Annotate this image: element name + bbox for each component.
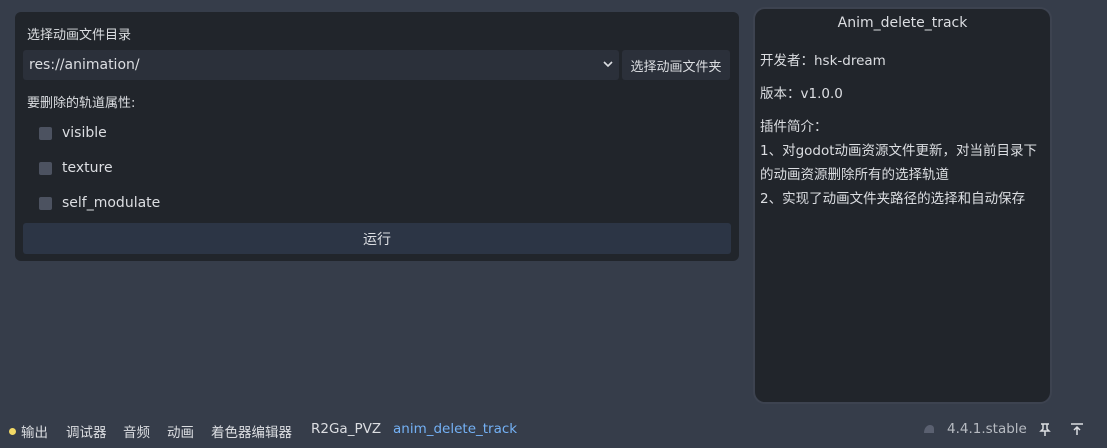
checkbox[interactable] [39,161,52,175]
chevron-down-icon [603,61,613,68]
property-checkbox-row[interactable]: texture [39,157,113,179]
intro-line: 2、实现了动画文件夹路径的选择和自动保存 [760,191,1026,207]
directory-select[interactable]: res://animation/ [23,50,619,80]
property-checkbox-row[interactable]: visible [39,122,107,144]
anim-delete-track-panel: 选择动画文件目录 res://animation/ 选择动画文件夹 要删除的轨道… [15,12,739,261]
editor-root: 选择动画文件目录 res://animation/ 选择动画文件夹 要删除的轨道… [0,0,1107,448]
property-label: texture [62,160,113,176]
tab-output[interactable]: 输出 [21,421,48,441]
tab-r2ga-pvz[interactable]: R2Ga_PVZ [311,421,381,437]
choose-folder-button[interactable]: 选择动画文件夹 [622,50,730,80]
plugin-info-panel: Anim_delete_track 开发者：hsk-dream 版本：v1.0.… [753,7,1052,404]
bottom-panel-icon[interactable] [1070,422,1084,436]
directory-value: res://animation/ [29,57,140,73]
dir-section-label: 选择动画文件目录 [27,28,132,43]
property-label: self_modulate [62,195,161,211]
output-status-dot [9,428,16,435]
checkbox[interactable] [39,196,52,210]
developer-text: 开发者：hsk-dream [760,53,886,69]
tab-audio[interactable]: 音频 [123,421,150,441]
pin-icon[interactable] [1038,422,1052,438]
tab-anim-delete-track[interactable]: anim_delete_track [393,421,517,437]
godot-icon [924,425,934,433]
intro-line: 1、对godot动画资源文件更新，对当前目录下 [760,143,1038,159]
intro-line: 的动画资源删除所有的选择轨道 [760,167,949,183]
property-checkbox-row[interactable]: self_modulate [39,192,160,214]
property-label: visible [62,125,107,141]
tab-animation[interactable]: 动画 [167,421,194,441]
plugin-title: Anim_delete_track [837,15,968,31]
tab-shader-editor[interactable]: 着色器编辑器 [211,421,292,441]
props-label: 要删除的轨道属性: [27,96,136,111]
run-button[interactable]: 运行 [23,223,731,254]
version-text: 版本：v1.0.0 [760,86,843,102]
tab-debugger[interactable]: 调试器 [66,421,107,441]
checkbox[interactable] [39,126,52,140]
intro-label: 插件简介： [760,119,828,135]
bottom-panel-tabs: 输出 调试器 音频 动画 着色器编辑器 R2Ga_PVZ anim_delete… [0,411,1107,448]
version-label: 4.4.1.stable [947,421,1027,437]
